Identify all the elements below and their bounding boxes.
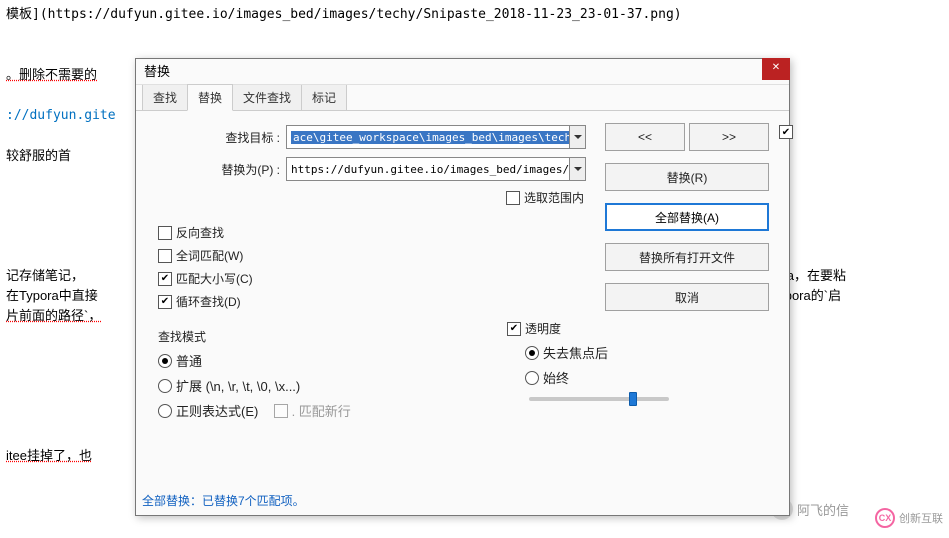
slider-thumb[interactable] bbox=[629, 392, 637, 406]
replace-all-button[interactable]: 全部替换(A) bbox=[605, 203, 769, 231]
brand-logo-icon: CX bbox=[875, 508, 895, 528]
replace-dropdown-icon[interactable] bbox=[569, 158, 585, 180]
in-selection-label: 选取范围内 bbox=[524, 189, 584, 206]
find-next-button[interactable]: >> bbox=[689, 123, 769, 151]
find-prev-button[interactable]: << bbox=[605, 123, 685, 151]
dialog-title: 替换 bbox=[144, 64, 170, 79]
brand-watermark: CX 创新互联 bbox=[875, 508, 943, 528]
whole-word-label: 全词匹配(W) bbox=[176, 247, 243, 264]
replace-dialog: 替换 ✕ 查找 替换 文件查找 标记 查找目标 : ace\gitee_work… bbox=[135, 58, 790, 516]
transparency-group: 透明度 失去焦点后 始终 bbox=[507, 320, 767, 426]
transparency-lose-focus-radio[interactable] bbox=[525, 346, 539, 360]
wrap-around-label: 循环查找(D) bbox=[176, 293, 241, 310]
dialog-titlebar[interactable]: 替换 ✕ bbox=[136, 59, 789, 85]
backward-label: 反向查找 bbox=[176, 224, 224, 241]
match-case-label: 匹配大小写(C) bbox=[176, 270, 253, 287]
close-button[interactable]: ✕ bbox=[762, 58, 790, 80]
transparency-checkbox[interactable] bbox=[507, 322, 521, 336]
transparency-always-radio[interactable] bbox=[525, 371, 539, 385]
tab-mark[interactable]: 标记 bbox=[301, 84, 347, 110]
dialog-tabs: 查找 替换 文件查找 标记 bbox=[136, 85, 789, 111]
transparency-lose-focus-label: 失去焦点后 bbox=[543, 343, 608, 362]
mode-normal-radio[interactable] bbox=[158, 354, 172, 368]
tab-find-in-files[interactable]: 文件查找 bbox=[232, 84, 302, 110]
transparency-slider[interactable] bbox=[529, 397, 669, 401]
tab-replace[interactable]: 替换 bbox=[187, 84, 233, 111]
mode-extended-label: 扩展 (\n, \r, \t, \0, \x...) bbox=[176, 376, 300, 395]
tab-find[interactable]: 查找 bbox=[142, 84, 188, 110]
replace-all-open-button[interactable]: 替换所有打开文件 bbox=[605, 243, 769, 271]
backward-checkbox[interactable] bbox=[158, 226, 172, 240]
replace-input-value: https://dufyun.gitee.io/images_bed/image… bbox=[291, 163, 586, 176]
mode-normal-label: 普通 bbox=[176, 351, 202, 370]
mode-regex-radio[interactable] bbox=[158, 404, 172, 418]
dot-newline-label: . 匹配新行 bbox=[292, 401, 351, 420]
wrap-around-checkbox[interactable] bbox=[158, 295, 172, 309]
mode-extended-radio[interactable] bbox=[158, 379, 172, 393]
wrap-nav-checkbox[interactable] bbox=[779, 125, 793, 139]
replace-label: 替换为(P) : bbox=[156, 161, 286, 178]
status-message: 全部替换：已替换7个匹配项。 bbox=[142, 492, 305, 509]
search-mode-title: 查找模式 bbox=[158, 328, 418, 345]
transparency-title: 透明度 bbox=[525, 320, 561, 337]
find-label: 查找目标 : bbox=[156, 129, 286, 146]
cancel-button[interactable]: 取消 bbox=[605, 283, 769, 311]
in-selection-checkbox[interactable] bbox=[506, 191, 520, 205]
transparency-always-label: 始终 bbox=[543, 368, 569, 387]
dot-newline-checkbox bbox=[274, 404, 288, 418]
find-input-value: ace\gitee_workspace\images_bed\images\te… bbox=[291, 131, 586, 144]
find-dropdown-icon[interactable] bbox=[569, 126, 585, 148]
find-input[interactable]: ace\gitee_workspace\images_bed\images\te… bbox=[286, 125, 586, 149]
search-mode-group: 查找模式 普通 扩展 (\n, \r, \t, \0, \x...) 正则表达式… bbox=[158, 320, 418, 426]
mode-regex-label: 正则表达式(E) bbox=[176, 401, 258, 420]
replace-input[interactable]: https://dufyun.gitee.io/images_bed/image… bbox=[286, 157, 586, 181]
match-case-checkbox[interactable] bbox=[158, 272, 172, 286]
whole-word-checkbox[interactable] bbox=[158, 249, 172, 263]
replace-button[interactable]: 替换(R) bbox=[605, 163, 769, 191]
close-icon: ✕ bbox=[772, 62, 780, 73]
